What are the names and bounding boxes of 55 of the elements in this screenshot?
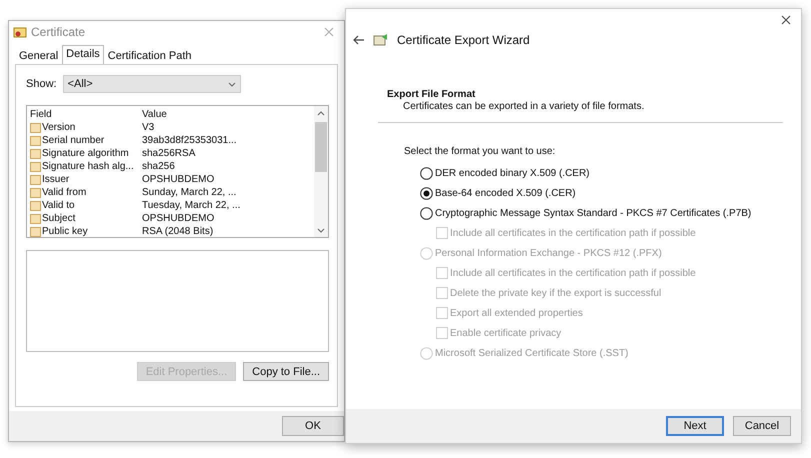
- value-cell-text: Sunday, March 22, ...: [142, 186, 238, 199]
- field-cell[interactable]: Signature algorithm: [30, 147, 142, 160]
- value-cell-text: OPSHUBDEMO: [142, 173, 216, 186]
- value-cell-text: V3: [142, 121, 156, 134]
- chevron-down-icon: [228, 82, 236, 86]
- field-icon: [30, 188, 41, 198]
- option-label[interactable]: Base-64 encoded X.509 (.CER): [435, 188, 576, 198]
- column-header[interactable]: Value: [142, 108, 314, 121]
- format-prompt: Select the format you want to use:: [403, 145, 556, 157]
- option-label[interactable]: Cryptographic Message Syntax Standard - PKCS #7 Certificates (.P7B): [435, 208, 752, 218]
- column-header[interactable]: Field: [30, 108, 142, 121]
- field-icon: [30, 226, 41, 236]
- wizard-title: Certificate Export Wizard: [397, 33, 530, 47]
- field-cell[interactable]: Public key: [30, 225, 142, 238]
- value-cell-text: 39ab3d8f25353031...: [142, 134, 238, 147]
- field-icon: [30, 174, 41, 184]
- radio-button[interactable]: [420, 206, 433, 220]
- field-cell[interactable]: Signature hash alg...: [30, 160, 142, 173]
- field-cell[interactable]: Subject: [30, 212, 142, 225]
- value-cell-text: sha256: [142, 160, 176, 173]
- radio-button[interactable]: [420, 166, 433, 180]
- field-icon: [30, 122, 41, 132]
- tab[interactable]: Details: [62, 45, 104, 64]
- ok-button[interactable]: OK: [282, 416, 344, 436]
- copy-to-file-button[interactable]: Copy to File...: [243, 362, 329, 381]
- field-cell[interactable]: Valid to: [30, 199, 142, 212]
- option-label[interactable]: DER encoded binary X.509 (.CER): [435, 168, 590, 178]
- field-icon: [30, 162, 41, 172]
- radio-button[interactable]: [420, 186, 433, 200]
- value-cell-text: sha256RSA: [142, 147, 196, 160]
- certificate-icon: [373, 33, 389, 47]
- show-dropdown[interactable]: <All>: [62, 75, 241, 93]
- field-icon: [30, 214, 41, 224]
- back-arrow-icon[interactable]: [353, 35, 365, 45]
- section-description: Certificates can be exported in a variety of file formats.: [402, 101, 646, 112]
- field-cell[interactable]: Version: [30, 121, 142, 134]
- scroll-up-icon[interactable]: [317, 110, 325, 116]
- value-cell-text: RSA (2048 Bits): [142, 225, 214, 238]
- next-button[interactable]: Next: [666, 416, 724, 436]
- section-title: Export File Format: [387, 89, 476, 100]
- scroll-down-icon[interactable]: [317, 228, 325, 232]
- certificate-icon: [13, 26, 27, 38]
- field-icon: [30, 148, 41, 158]
- field-cell[interactable]: Serial number: [30, 134, 142, 147]
- field-icon: [30, 200, 41, 210]
- value-cell-text: OPSHUBDEMO: [142, 212, 216, 225]
- show-label: Show:: [26, 78, 57, 90]
- field-icon: [30, 136, 41, 146]
- cancel-button[interactable]: Cancel: [733, 416, 791, 436]
- value-cell-text: Tuesday, March 22, ...: [142, 199, 242, 212]
- window-title: Certificate: [31, 25, 86, 39]
- field-cell[interactable]: Valid from: [30, 186, 142, 199]
- close-icon[interactable]: [781, 15, 791, 25]
- scrollbar[interactable]: [314, 106, 328, 237]
- field-cell[interactable]: Issuer: [30, 173, 142, 186]
